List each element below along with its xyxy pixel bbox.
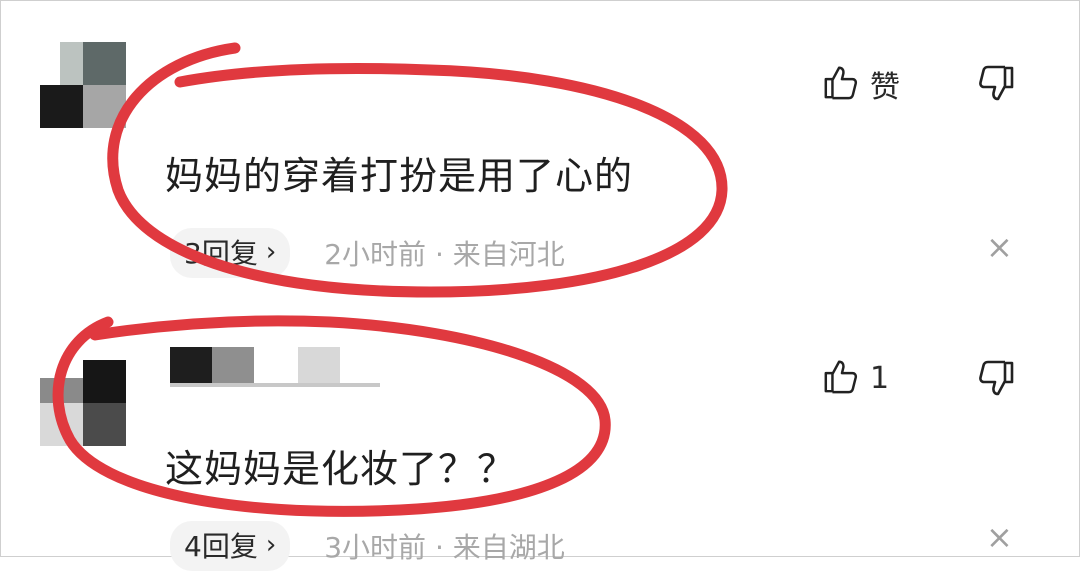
timestamp-location: 3小时前 · 来自湖北: [324, 531, 565, 564]
thumbs-up-icon: [822, 357, 860, 399]
replies-button[interactable]: 3回复 ›: [170, 228, 291, 278]
like-button[interactable]: 赞: [822, 62, 900, 106]
thumbs-up-icon: [822, 63, 860, 105]
comment-item: 妈妈的穿着打扮是用了心的 3回复 › 2小时前 · 来自河北 赞 ×: [0, 0, 1080, 300]
dislike-button[interactable]: [976, 359, 1016, 403]
avatar[interactable]: [40, 360, 126, 446]
comment-text: 妈妈的穿着打扮是用了心的: [165, 154, 634, 198]
timestamp-location: 2小时前 · 来自河北: [324, 238, 565, 271]
chevron-right-icon: ›: [265, 237, 277, 267]
comment-item: 这妈妈是化妆了？？ 4回复 › 3小时前 · 来自湖北 1 ×: [0, 300, 1080, 571]
replies-button[interactable]: 4回复 ›: [170, 521, 291, 571]
thumbs-down-icon: [976, 65, 1016, 108]
like-count: 1: [870, 360, 890, 396]
chevron-right-icon: ›: [265, 530, 277, 560]
comment-text: 这妈妈是化妆了？？: [165, 447, 517, 491]
like-label: 赞: [870, 70, 900, 105]
avatar[interactable]: [40, 42, 126, 128]
thumbs-down-icon: [976, 360, 1016, 403]
replies-label: 3回复: [184, 237, 258, 270]
close-icon[interactable]: ×: [986, 228, 1013, 266]
replies-label: 4回复: [184, 530, 258, 563]
comment-meta: 4回复 › 3小时前 · 来自湖北: [170, 521, 565, 571]
dislike-button[interactable]: [976, 64, 1016, 108]
username-redacted[interactable]: [170, 347, 390, 387]
comment-meta: 3回复 › 2小时前 · 来自河北: [170, 228, 565, 278]
like-button[interactable]: 1: [822, 357, 889, 399]
close-icon[interactable]: ×: [986, 518, 1013, 556]
